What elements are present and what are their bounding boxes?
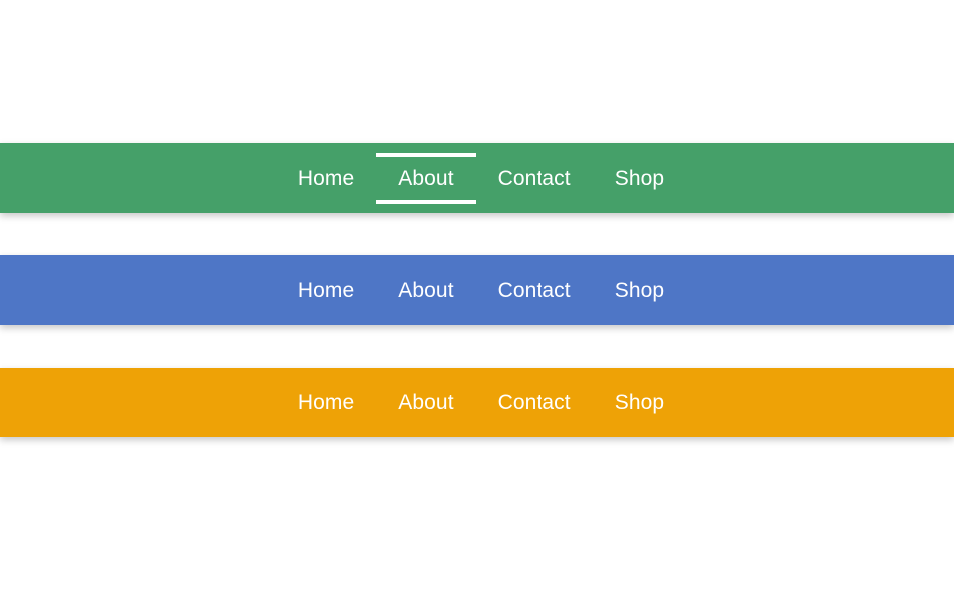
navbar-blue: Home About Contact Shop (0, 255, 954, 325)
nav-item-contact[interactable]: Contact (476, 158, 593, 199)
nav-link-home[interactable]: Home (276, 158, 376, 199)
navbar-orange: Home About Contact Shop (0, 368, 954, 437)
nav-item-about[interactable]: About (376, 152, 476, 204)
nav-link-contact[interactable]: Contact (476, 270, 593, 311)
nav-item-home[interactable]: Home (276, 382, 376, 423)
nav-item-contact[interactable]: Contact (476, 382, 593, 423)
nav-link-shop[interactable]: Shop (593, 382, 686, 423)
nav-link-home[interactable]: Home (276, 382, 376, 423)
nav-link-about[interactable]: About (376, 382, 475, 423)
nav-link-home[interactable]: Home (276, 270, 376, 311)
nav-list-orange: Home About Contact Shop (276, 382, 686, 423)
navbar-green: Home About Contact Shop (0, 143, 954, 213)
nav-item-shop[interactable]: Shop (593, 270, 686, 311)
nav-link-shop[interactable]: Shop (593, 270, 686, 311)
nav-item-shop[interactable]: Shop (593, 158, 686, 199)
nav-link-about[interactable]: About (376, 152, 476, 204)
nav-list-blue: Home About Contact Shop (276, 270, 686, 311)
nav-item-about[interactable]: About (376, 382, 475, 423)
nav-item-about[interactable]: About (376, 270, 475, 311)
nav-list-green: Home About Contact Shop (276, 152, 686, 204)
nav-link-contact[interactable]: Contact (476, 382, 593, 423)
nav-link-about[interactable]: About (376, 270, 475, 311)
nav-link-shop[interactable]: Shop (593, 158, 686, 199)
nav-item-home[interactable]: Home (276, 158, 376, 199)
nav-item-shop[interactable]: Shop (593, 382, 686, 423)
nav-item-home[interactable]: Home (276, 270, 376, 311)
nav-item-contact[interactable]: Contact (476, 270, 593, 311)
nav-link-contact[interactable]: Contact (476, 158, 593, 199)
page-canvas: Home About Contact Shop Home About Conta… (0, 0, 954, 600)
